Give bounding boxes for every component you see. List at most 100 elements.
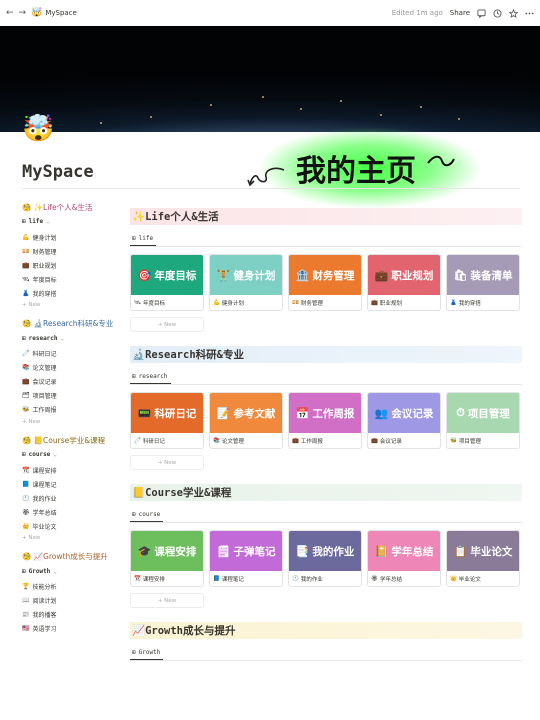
gallery-card[interactable]: 📅 工作周报 💼 工作周报 [288,392,362,449]
card-title-icon: 👗 [450,300,457,306]
sidebar-item-label: 毕业论文 [32,523,57,531]
view-tab[interactable]: ⊞ life [130,229,157,246]
gallery-new-button[interactable]: + New [130,593,204,608]
gallery-card[interactable]: 🏋 健身计划 💪 健身计划 [209,254,283,311]
sidebar-item-label: 职业规划 [32,262,57,270]
card-cover-emoji: 📅 [295,406,310,420]
sidebar-item[interactable]: 🇺🇸 英语学习 [22,622,122,636]
city-light [340,100,342,102]
forward-icon[interactable]: → [19,8,27,18]
topbar-actions: Edited 1m ago Share [392,8,534,18]
breadcrumb-page-name[interactable]: MySpace [45,9,77,17]
star-icon[interactable] [509,8,518,18]
gallery-card[interactable]: 🎯 年度目标 🛰 年度目标 [130,254,204,311]
sidebar-view-tab[interactable]: ⊞ research ⌄ [22,332,122,347]
sidebar-section-heading[interactable]: 🧐 🔬Research科研&专业 [22,316,122,331]
chevron-down-icon: ⌄ [46,218,50,226]
clock-icon[interactable] [493,8,502,18]
card-cover-text: 年度目标 [154,269,197,282]
sidebar-item[interactable]: 🛰 年度目标 [22,272,122,286]
sidebar-item-label: 我的穿搭 [32,290,57,298]
card-cover-text: 科研日记 [154,407,197,420]
page-icon[interactable]: 🤯 [22,114,54,144]
sidebar-item[interactable]: 📰 我的播客 [22,608,122,622]
sidebar-item-icon: 🇺🇸 [22,625,30,632]
sidebar-view-tab[interactable]: ⊞ course ⌄ [22,448,122,463]
sidebar-item-icon: 📘 [22,480,30,488]
sidebar-item[interactable]: 🗂 项目管理 [22,389,122,403]
sidebar-section-heading[interactable]: 🧐 📒Course学业&课程 [22,433,122,448]
sidebar-view-tab[interactable]: ⊞ Growth ⌄ [22,565,122,580]
breadcrumb-page-icon[interactable]: 🤯 [31,8,42,18]
gallery-card[interactable]: 📟 科研日记 🧷 科研日记 [130,392,204,449]
gallery-card[interactable]: 🗒 子弹笔记 📘 课程笔记 [209,530,283,587]
sidebar-section-heading[interactable]: 🧐 ✨Life个人&生活 [22,200,122,215]
sidebar-new-button[interactable]: + New [22,533,122,545]
city-light [100,122,102,124]
sidebar-item[interactable]: 📖 阅读计划 [22,594,122,608]
gallery-card[interactable]: 💼 职业规划 💼 职业规划 [367,254,441,311]
sidebar-item[interactable]: 💼 会议记录 [22,375,122,389]
gallery-card[interactable]: ⏱ 项目管理 🐝 项目管理 [446,392,520,449]
view-divider [130,522,522,523]
view-tab[interactable]: ⊞ course [130,505,164,522]
back-icon[interactable]: ← [6,8,14,18]
sidebar-item[interactable]: 📘 课程笔记 [22,477,122,491]
card-title-icon: 💪 [213,300,220,306]
view-tab[interactable]: ⊞ Growth [130,643,164,660]
sidebar-item-icon: 👑 [22,522,30,530]
gallery-card[interactable]: 📑 我的作业 🕚 我的作业 [288,530,362,587]
card-title-text: 财务管理 [300,301,323,307]
sidebar: 🧐 ✨Life个人&生活 ⊞ life ⌄ 💪 健身计划 💴 财务管理 💼 职业规划 🛰 年度目标 👗 我… [22,200,122,640]
sidebar-item-label: 我的作业 [32,495,57,503]
sidebar-item-label: 学年总结 [32,509,57,517]
sidebar-section-heading[interactable]: 🧐 📈Growth成长与提升 [22,549,122,564]
card-title-text: 职业规划 [379,301,402,307]
comment-icon[interactable] [477,8,486,18]
gallery-card[interactable]: 📝 参考文献 📚 论文管理 [209,392,283,449]
sidebar-item[interactable]: 🏵 学年总结 [22,505,122,519]
card-cover: ⏱ 项目管理 [447,393,519,433]
gallery-card[interactable]: 📔 学年总结 🏵 学年总结 [367,530,441,587]
sidebar-new-button[interactable]: + New [22,417,122,429]
sidebar-item[interactable]: 🧷 科研日记 [22,347,122,361]
gallery-card[interactable]: 🎓 课程安排 📆 课程安排 [130,530,204,587]
sidebar-new-button[interactable]: + New [22,300,122,312]
gallery-card[interactable]: 🏦 财务管理 💴 财务管理 [288,254,362,311]
sidebar-item[interactable]: 📚 论文管理 [22,361,122,375]
card-cover: 📔 学年总结 [368,531,440,571]
sidebar-item[interactable]: 🕚 我的作业 [22,491,122,505]
sidebar-item[interactable]: 🏆 技能分析 [22,580,122,594]
view-tab-label: life [138,235,154,242]
gallery-card[interactable]: 👥 会议记录 💼 会议记录 [367,392,441,449]
sidebar-item[interactable]: 💪 健身计划 [22,230,122,244]
card-cover-emoji: 👥 [374,406,389,420]
sidebar-item[interactable]: 👑 毕业论文 [22,519,122,533]
share-button[interactable]: Share [450,9,470,17]
card-cover: 📋 毕业论文 [447,531,519,571]
more-icon[interactable] [525,9,534,18]
card-title-icon: 💼 [371,300,378,306]
sidebar-item[interactable]: 📆 课程安排 [22,463,122,477]
city-light [380,114,382,116]
card-title: 👑 毕业论文 [447,571,519,586]
card-title: 👗 我的穿搭 [447,295,519,310]
card-cover-emoji: 📝 [216,406,231,420]
card-cover: 🎓 课程安排 [131,531,203,571]
gallery-card[interactable]: 🛍 装备清单 👗 我的穿搭 [446,254,520,311]
view-tab[interactable]: ⊞ research [130,367,171,384]
sidebar-item[interactable]: 💴 财务管理 [22,244,122,258]
card-cover-text: 我的作业 [312,545,355,558]
gallery-new-button[interactable]: + New [130,455,204,470]
card-title-icon: 👑 [450,576,457,582]
sidebar-item-label: 科研日记 [32,351,57,359]
sidebar-item-icon: 🧷 [22,350,30,358]
card-title: 💴 财务管理 [289,295,361,310]
sidebar-view-tab[interactable]: ⊞ life ⌄ [22,215,122,230]
sidebar-item[interactable]: 👗 我的穿搭 [22,286,122,300]
sidebar-item[interactable]: 💼 职业规划 [22,258,122,272]
sidebar-item[interactable]: 🐝 工作周报 [22,403,122,417]
gallery-new-button[interactable]: + New [130,317,204,332]
gallery-card[interactable]: 📋 毕业论文 👑 毕业论文 [446,530,520,587]
card-cover: 🗒 子弹笔记 [210,531,282,571]
